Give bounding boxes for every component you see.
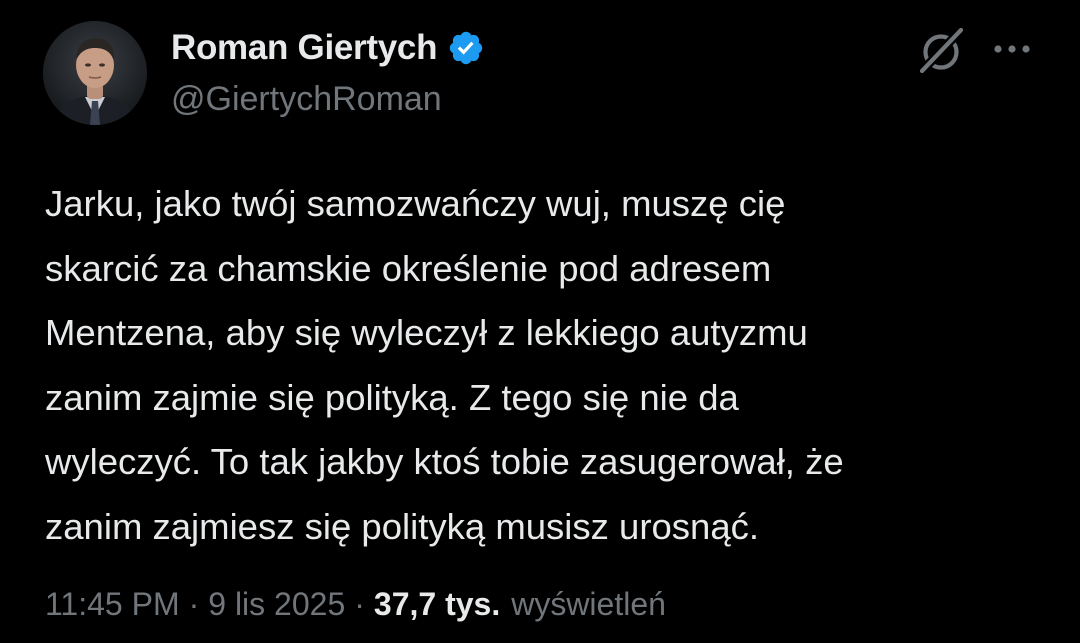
meta-separator: · xyxy=(188,586,200,622)
meta-separator: · xyxy=(354,586,365,622)
tweet-time[interactable]: 11:45 PM xyxy=(45,586,180,623)
more-options-icon[interactable] xyxy=(990,36,1034,62)
author-name-row: Roman Giertych xyxy=(171,26,485,70)
avatar-photo xyxy=(43,21,147,125)
tweet-text-line: Mentzena, aby się wyleczył z lekkiego au… xyxy=(45,312,808,353)
grok-icon[interactable] xyxy=(914,25,968,76)
author-handle[interactable]: @GiertychRoman xyxy=(171,80,442,119)
views-label: wyświetleń xyxy=(511,586,666,622)
views-count[interactable]: 37,7 tys. xyxy=(374,586,500,623)
tweet-date[interactable]: 9 lis 2025 xyxy=(208,586,345,623)
avatar[interactable] xyxy=(43,21,147,125)
tweet-meta: 11:45 PM · 9 lis 2025 · 37,7 tys. wyświe… xyxy=(45,586,666,623)
tweet-text: Jarku, jako twój samozwańczy wuj, muszę … xyxy=(45,172,1055,559)
verified-badge-icon[interactable] xyxy=(447,29,485,67)
tweet-text-line: zanim zajmie się polityką. Z tego się ni… xyxy=(45,376,739,418)
tweet-text-line: skarcić za chamskie określenie pod adres… xyxy=(45,247,772,289)
tweet-text-line: wyleczyć. To tak jakby ktoś tobie zasuge… xyxy=(45,441,844,482)
tweet-text-line: Jarku, jako twój samozwańczy wuj, muszę … xyxy=(45,183,786,224)
author-display-name[interactable]: Roman Giertych xyxy=(171,28,437,68)
tweet: Roman Giertych @GiertychRoman Jarku, jak… xyxy=(0,0,1080,643)
tweet-text-line: zanim zajmiesz się polityką musisz urosn… xyxy=(45,505,760,547)
